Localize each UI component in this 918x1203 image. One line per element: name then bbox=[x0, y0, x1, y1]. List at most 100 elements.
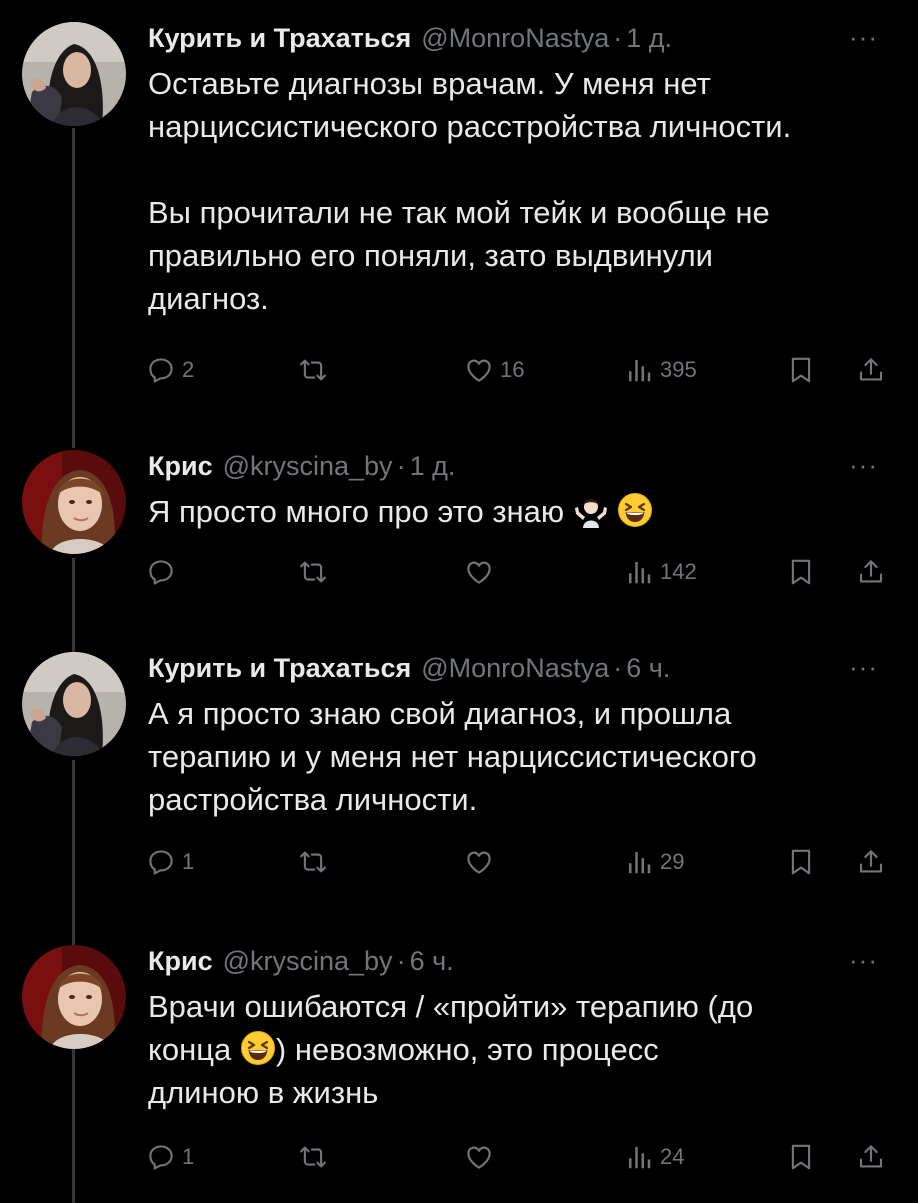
avatar[interactable] bbox=[22, 450, 126, 554]
like-button[interactable]: 16 bbox=[464, 350, 524, 390]
action-bar: 1 24 bbox=[146, 1137, 894, 1177]
bookmark-icon bbox=[786, 557, 816, 587]
separator-dot: · bbox=[613, 653, 623, 683]
avatar[interactable] bbox=[22, 22, 126, 126]
views-icon bbox=[624, 1142, 654, 1172]
tweet-text: А я просто знаю свой диагноз, и прошла т… bbox=[148, 696, 757, 817]
share-button[interactable] bbox=[856, 1137, 886, 1177]
views-button[interactable]: 142 bbox=[624, 552, 697, 592]
reply-icon bbox=[146, 355, 176, 385]
views-count: 24 bbox=[660, 1144, 685, 1169]
avatar[interactable] bbox=[22, 945, 126, 1049]
grinning-squinting-face-emoji bbox=[617, 492, 653, 528]
thread-line bbox=[72, 632, 75, 650]
retweet-button[interactable] bbox=[298, 1137, 328, 1177]
tweet-text-part: Я просто много про это знаю bbox=[148, 494, 565, 529]
display-name[interactable]: Крис bbox=[148, 446, 213, 486]
reply-button[interactable]: 1 bbox=[146, 842, 194, 882]
share-icon bbox=[856, 1142, 886, 1172]
retweet-icon bbox=[298, 1142, 328, 1172]
views-button[interactable]: 29 bbox=[624, 842, 684, 882]
more-options-icon[interactable]: ··· bbox=[849, 945, 878, 975]
more-options-icon[interactable]: ··· bbox=[849, 450, 878, 480]
bookmark-button[interactable] bbox=[786, 842, 816, 882]
like-button[interactable] bbox=[464, 552, 494, 592]
reply-count: 1 bbox=[182, 849, 195, 874]
share-button[interactable] bbox=[856, 350, 886, 390]
separator-dot: · bbox=[396, 451, 406, 481]
reply-count: 1 bbox=[182, 1144, 195, 1169]
tweet-header: Курить и Трахаться @MonroNastya · 1 д. bbox=[148, 18, 672, 58]
bookmark-button[interactable] bbox=[786, 552, 816, 592]
like-icon bbox=[464, 847, 494, 877]
views-count: 29 bbox=[660, 849, 685, 874]
like-icon bbox=[464, 1142, 494, 1172]
thread-line bbox=[72, 128, 75, 438]
retweet-button[interactable] bbox=[298, 552, 328, 592]
bookmark-button[interactable] bbox=[786, 1137, 816, 1177]
user-handle[interactable]: @MonroNastya bbox=[421, 18, 609, 58]
grinning-squinting-face-emoji bbox=[240, 1030, 276, 1066]
user-handle[interactable]: @MonroNastya bbox=[421, 648, 609, 688]
share-button[interactable] bbox=[856, 842, 886, 882]
display-name[interactable]: Крис bbox=[148, 941, 213, 981]
reply-icon bbox=[146, 557, 176, 587]
woman-shrugging-emoji bbox=[573, 492, 609, 528]
views-icon bbox=[624, 557, 654, 587]
timestamp[interactable]: 1 д. bbox=[410, 446, 456, 486]
retweet-icon bbox=[298, 557, 328, 587]
share-button[interactable] bbox=[856, 552, 886, 592]
reply-button[interactable]: 2 bbox=[146, 350, 194, 390]
reply-count: 2 bbox=[182, 357, 195, 382]
retweet-button[interactable] bbox=[298, 350, 328, 390]
views-icon bbox=[624, 847, 654, 877]
share-icon bbox=[856, 557, 886, 587]
action-bar: 1 29 bbox=[146, 842, 894, 882]
share-icon bbox=[856, 355, 886, 385]
action-bar: 2 16 395 bbox=[146, 350, 894, 390]
like-button[interactable] bbox=[464, 1137, 494, 1177]
retweet-button[interactable] bbox=[298, 842, 328, 882]
reply-button[interactable]: 1 bbox=[146, 1137, 194, 1177]
bookmark-icon bbox=[786, 355, 816, 385]
tweet-text: Я просто много про это знаю bbox=[148, 490, 878, 533]
action-bar: 142 bbox=[146, 552, 894, 592]
views-count: 395 bbox=[660, 357, 697, 382]
retweet-icon bbox=[298, 847, 328, 877]
reply-icon bbox=[146, 1142, 176, 1172]
user-handle[interactable]: @kryscina_by bbox=[223, 446, 393, 486]
display-name[interactable]: Курить и Трахаться bbox=[148, 648, 411, 688]
retweet-icon bbox=[298, 355, 328, 385]
display-name[interactable]: Курить и Трахаться bbox=[148, 18, 411, 58]
like-icon bbox=[464, 557, 494, 587]
more-options-icon[interactable]: ··· bbox=[849, 22, 878, 52]
tweet-header: Крис @kryscina_by · 1 д. bbox=[148, 446, 455, 486]
thread-line bbox=[72, 1053, 75, 1203]
bookmark-icon bbox=[786, 847, 816, 877]
views-button[interactable]: 24 bbox=[624, 1137, 684, 1177]
timestamp[interactable]: 6 ч. bbox=[410, 941, 454, 981]
tweet-header: Курить и Трахаться @MonroNastya · 6 ч. bbox=[148, 648, 670, 688]
more-options-icon[interactable]: ··· bbox=[849, 652, 878, 682]
like-button[interactable] bbox=[464, 842, 494, 882]
user-handle[interactable]: @kryscina_by bbox=[223, 941, 393, 981]
like-count: 16 bbox=[500, 357, 525, 382]
thread-line bbox=[72, 925, 75, 943]
timestamp[interactable]: 1 д. bbox=[626, 18, 672, 58]
tweet-header: Крис @kryscina_by · 6 ч. bbox=[148, 941, 454, 981]
views-icon bbox=[624, 355, 654, 385]
thread-line bbox=[72, 430, 75, 448]
reply-icon bbox=[146, 847, 176, 877]
separator-dot: · bbox=[396, 946, 406, 976]
views-button[interactable]: 395 bbox=[624, 350, 697, 390]
tweet-text: Оставьте диагнозы врачам. У меня нет нар… bbox=[148, 66, 792, 316]
timestamp[interactable]: 6 ч. bbox=[626, 648, 670, 688]
reply-button[interactable] bbox=[146, 552, 176, 592]
tweet-text: Врачи ошибаются / «пройти» терапию (до к… bbox=[148, 985, 878, 1114]
like-icon bbox=[464, 355, 494, 385]
views-count: 142 bbox=[660, 559, 697, 584]
bookmark-button[interactable] bbox=[786, 350, 816, 390]
share-icon bbox=[856, 847, 886, 877]
avatar[interactable] bbox=[22, 652, 126, 756]
separator-dot: · bbox=[613, 23, 623, 53]
